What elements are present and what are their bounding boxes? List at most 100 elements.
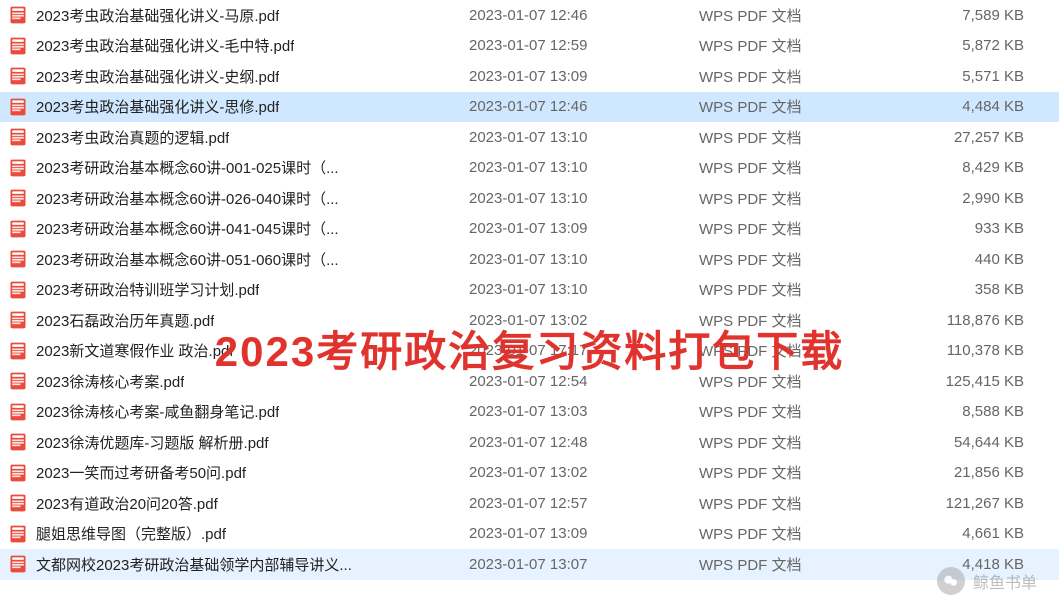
file-date-cell: 2023-01-07 13:10: [459, 281, 689, 298]
file-date-cell: 2023-01-07 12:48: [459, 434, 689, 451]
pdf-file-icon: [8, 402, 28, 422]
file-size-cell: 8,429 KB: [914, 159, 1044, 176]
file-size-cell: 27,257 KB: [914, 129, 1044, 146]
file-row[interactable]: 2023徐涛优题库-习题版 解析册.pdf 2023-01-07 12:48WPS…: [0, 427, 1059, 458]
watermark: 鲸鱼书单: [937, 567, 1037, 595]
file-row[interactable]: 2023徐涛核心考案-咸鱼翻身笔记.pdf2023-01-07 13:03WPS…: [0, 397, 1059, 428]
file-name-text: 2023考研政治基本概念60讲-026-040课时（...: [36, 188, 339, 209]
file-date-cell: 2023-01-07 17:17: [459, 342, 689, 359]
file-size-cell: 125,415 KB: [914, 373, 1044, 390]
file-date-cell: 2023-01-07 13:07: [459, 556, 689, 573]
file-type-cell: WPS PDF 文档: [689, 188, 914, 209]
file-name-text: 2023考研政治基本概念60讲-001-025课时（...: [36, 157, 339, 178]
pdf-file-icon: [8, 310, 28, 330]
file-name-cell: 2023石磊政治历年真题.pdf: [4, 310, 459, 331]
file-name-text: 文都网校2023考研政治基础领学内部辅导讲义...: [36, 554, 352, 575]
file-type-cell: WPS PDF 文档: [689, 218, 914, 239]
file-type-cell: WPS PDF 文档: [689, 340, 914, 361]
file-date-cell: 2023-01-07 13:02: [459, 464, 689, 481]
file-date-cell: 2023-01-07 13:10: [459, 251, 689, 268]
file-name-cell: 2023考虫政治基础强化讲义-马原.pdf: [4, 5, 459, 26]
file-row[interactable]: 腿姐思维导图（完整版）.pdf2023-01-07 13:09WPS PDF 文…: [0, 519, 1059, 550]
wechat-icon: [937, 567, 965, 595]
pdf-file-icon: [8, 463, 28, 483]
file-size-cell: 2,990 KB: [914, 190, 1044, 207]
file-size-cell: 121,267 KB: [914, 495, 1044, 512]
file-name-cell: 2023徐涛核心考案-咸鱼翻身笔记.pdf: [4, 401, 459, 422]
file-row[interactable]: 2023考研政治基本概念60讲-001-025课时（... 2023-01-07 …: [0, 153, 1059, 184]
file-date-cell: 2023-01-07 13:02: [459, 312, 689, 329]
file-name-text: 2023一笑而过考研备考50问.pdf: [36, 462, 246, 483]
file-size-cell: 8,588 KB: [914, 403, 1044, 420]
file-type-cell: WPS PDF 文档: [689, 432, 914, 453]
file-size-cell: 118,876 KB: [914, 312, 1044, 329]
pdf-file-icon: [8, 188, 28, 208]
file-name-cell: 腿姐思维导图（完整版）.pdf: [4, 523, 459, 544]
file-row[interactable]: 2023考研政治基本概念60讲-051-060课时（...2023-01-07 …: [0, 244, 1059, 275]
file-date-cell: 2023-01-07 13:09: [459, 220, 689, 237]
pdf-file-icon: [8, 524, 28, 544]
file-row[interactable]: 2023考虫政治基础强化讲义-马原.pdf2023-01-07 12:46WPS…: [0, 0, 1059, 31]
file-name-text: 2023考虫政治基础强化讲义-马原.pdf: [36, 5, 279, 26]
file-type-cell: WPS PDF 文档: [689, 96, 914, 117]
file-name-text: 2023考研政治基本概念60讲-041-045课时（...: [36, 218, 339, 239]
file-name-cell: 2023考研政治基本概念60讲-026-040课时（...: [4, 188, 459, 209]
file-name-text: 2023新文道寒假作业 政治.pdf: [36, 340, 234, 361]
file-name-cell: 2023徐涛核心考案.pdf: [4, 371, 459, 392]
file-size-cell: 5,571 KB: [914, 68, 1044, 85]
file-row[interactable]: 2023一笑而过考研备考50问.pdf2023-01-07 13:02WPS P…: [0, 458, 1059, 489]
file-size-cell: 4,484 KB: [914, 98, 1044, 115]
file-row[interactable]: 2023考虫政治基础强化讲义-史纲.pdf2023-01-07 13:09WPS…: [0, 61, 1059, 92]
file-row[interactable]: 2023考虫政治真题的逻辑.pdf2023-01-07 13:10WPS PDF…: [0, 122, 1059, 153]
pdf-file-icon: [8, 5, 28, 25]
file-row[interactable]: 2023考虫政治基础强化讲义-思修.pdf2023-01-07 12:46WPS…: [0, 92, 1059, 123]
file-date-cell: 2023-01-07 12:57: [459, 495, 689, 512]
file-type-cell: WPS PDF 文档: [689, 310, 914, 331]
file-name-text: 2023徐涛核心考案.pdf: [36, 371, 184, 392]
file-name-text: 2023考研政治特训班学习计划.pdf: [36, 279, 259, 300]
file-name-text: 2023徐涛核心考案-咸鱼翻身笔记.pdf: [36, 401, 279, 422]
file-name-cell: 2023考研政治特训班学习计划.pdf: [4, 279, 459, 300]
file-date-cell: 2023-01-07 12:59: [459, 37, 689, 54]
file-row[interactable]: 2023考研政治基本概念60讲-041-045课时（... 2023-01-07 …: [0, 214, 1059, 245]
file-name-cell: 2023考虫政治真题的逻辑.pdf: [4, 127, 459, 148]
file-name-text: 2023有道政治20问20答.pdf: [36, 493, 218, 514]
file-size-cell: 440 KB: [914, 251, 1044, 268]
file-type-cell: WPS PDF 文档: [689, 127, 914, 148]
file-size-cell: 21,856 KB: [914, 464, 1044, 481]
file-name-cell: 文都网校2023考研政治基础领学内部辅导讲义...: [4, 554, 459, 575]
pdf-file-icon: [8, 36, 28, 56]
pdf-file-icon: [8, 127, 28, 147]
file-row[interactable]: 2023考研政治特训班学习计划.pdf2023-01-07 13:10WPS P…: [0, 275, 1059, 306]
file-row[interactable]: 2023徐涛核心考案.pdf 2023-01-07 12:54WPS PDF 文档…: [0, 366, 1059, 397]
file-name-cell: 2023考研政治基本概念60讲-041-045课时（...: [4, 218, 459, 239]
file-date-cell: 2023-01-07 12:54: [459, 373, 689, 390]
file-date-cell: 2023-01-07 13:10: [459, 159, 689, 176]
pdf-file-icon: [8, 97, 28, 117]
file-row[interactable]: 2023新文道寒假作业 政治.pdf 2023-01-07 17:17WPS PD…: [0, 336, 1059, 367]
file-list: 2023考虫政治基础强化讲义-马原.pdf2023-01-07 12:46WPS…: [0, 0, 1059, 580]
file-size-cell: 54,644 KB: [914, 434, 1044, 451]
file-size-cell: 4,661 KB: [914, 525, 1044, 542]
file-row[interactable]: 2023石磊政治历年真题.pdf2023-01-07 13:02WPS PDF …: [0, 305, 1059, 336]
file-name-cell: 2023新文道寒假作业 政治.pdf: [4, 340, 459, 361]
pdf-file-icon: [8, 219, 28, 239]
file-name-text: 2023徐涛优题库-习题版 解析册.pdf: [36, 432, 269, 453]
file-name-cell: 2023一笑而过考研备考50问.pdf: [4, 462, 459, 483]
file-type-cell: WPS PDF 文档: [689, 157, 914, 178]
file-type-cell: WPS PDF 文档: [689, 66, 914, 87]
pdf-file-icon: [8, 371, 28, 391]
file-row[interactable]: 2023考研政治基本概念60讲-026-040课时（...2023-01-07 …: [0, 183, 1059, 214]
file-date-cell: 2023-01-07 13:10: [459, 129, 689, 146]
file-type-cell: WPS PDF 文档: [689, 371, 914, 392]
file-row[interactable]: 2023考虫政治基础强化讲义-毛中特.pdf2023-01-07 12:59WP…: [0, 31, 1059, 62]
file-row[interactable]: 文都网校2023考研政治基础领学内部辅导讲义... 2023-01-07 13:0…: [0, 549, 1059, 580]
file-date-cell: 2023-01-07 13:09: [459, 525, 689, 542]
file-name-cell: 2023考虫政治基础强化讲义-毛中特.pdf: [4, 35, 459, 56]
file-type-cell: WPS PDF 文档: [689, 5, 914, 26]
file-row[interactable]: 2023有道政治20问20答.pdf2023-01-07 12:57WPS PD…: [0, 488, 1059, 519]
pdf-file-icon: [8, 66, 28, 86]
watermark-text: 鲸鱼书单: [973, 569, 1037, 593]
file-type-cell: WPS PDF 文档: [689, 35, 914, 56]
pdf-file-icon: [8, 158, 28, 178]
